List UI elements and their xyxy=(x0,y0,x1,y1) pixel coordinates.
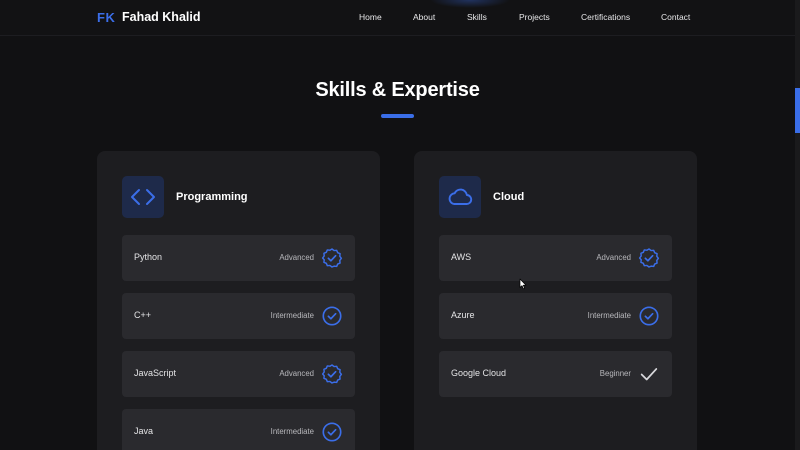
skill-row-python[interactable]: Python Advanced xyxy=(122,235,355,281)
circle-check-icon xyxy=(322,306,342,326)
main-nav: Home About Skills Projects Certification… xyxy=(0,12,800,26)
code-icon xyxy=(122,176,164,218)
nav-contact[interactable]: Contact xyxy=(661,12,690,22)
nav-skills[interactable]: Skills xyxy=(467,12,487,22)
skill-name: Python xyxy=(134,252,163,262)
card-title: Programming xyxy=(176,191,248,203)
card-title: Cloud xyxy=(493,191,525,203)
nav-about[interactable]: About xyxy=(413,12,435,22)
skill-level: Intermediate xyxy=(270,427,314,436)
skill-level: Intermediate xyxy=(587,311,631,320)
circle-check-icon xyxy=(639,306,659,326)
skill-row-google-cloud[interactable]: Google Cloud Beginner xyxy=(439,351,672,397)
nav-certifications[interactable]: Certifications xyxy=(581,12,630,22)
skill-name: JavaScript xyxy=(134,368,177,378)
skill-row-aws[interactable]: AWS Advanced xyxy=(439,235,672,281)
skill-name: AWS xyxy=(451,252,472,262)
skill-card-cloud: Cloud AWS Advanced Azure Intermediate Go… xyxy=(414,151,697,450)
skill-name: Google Cloud xyxy=(451,368,507,378)
circle-check-icon xyxy=(322,422,342,442)
check-icon xyxy=(640,368,658,381)
skill-level: Advanced xyxy=(596,253,631,262)
header-glow xyxy=(430,0,510,8)
skill-level: Intermediate xyxy=(270,311,314,320)
skill-level: Advanced xyxy=(279,369,314,378)
skill-level: Advanced xyxy=(279,253,314,262)
nav-projects[interactable]: Projects xyxy=(519,12,550,22)
nav-home[interactable]: Home xyxy=(359,12,382,22)
section-title: Skills & Expertise xyxy=(315,79,480,101)
skill-row-cpp[interactable]: C++ Intermediate xyxy=(122,293,355,339)
title-underline xyxy=(381,114,414,118)
skill-row-azure[interactable]: Azure Intermediate xyxy=(439,293,672,339)
site-header: FK Fahad Khalid Home About Skills Projec… xyxy=(0,0,795,36)
skill-row-java[interactable]: Java Intermediate xyxy=(122,409,355,450)
skill-name: C++ xyxy=(134,310,152,320)
skill-level: Beginner xyxy=(599,369,631,378)
skill-name: Java xyxy=(134,426,154,436)
page-scrollbar[interactable] xyxy=(795,0,800,450)
scrollbar-thumb[interactable] xyxy=(795,88,800,133)
mouse-cursor-icon xyxy=(519,278,527,290)
skill-name: Azure xyxy=(451,310,475,320)
badge-check-icon xyxy=(638,248,660,268)
cloud-icon xyxy=(439,176,481,218)
skill-row-javascript[interactable]: JavaScript Advanced xyxy=(122,351,355,397)
badge-check-icon xyxy=(321,364,343,384)
badge-check-icon xyxy=(321,248,343,268)
skill-card-programming: Programming Python Advanced C++ Intermed… xyxy=(97,151,380,450)
